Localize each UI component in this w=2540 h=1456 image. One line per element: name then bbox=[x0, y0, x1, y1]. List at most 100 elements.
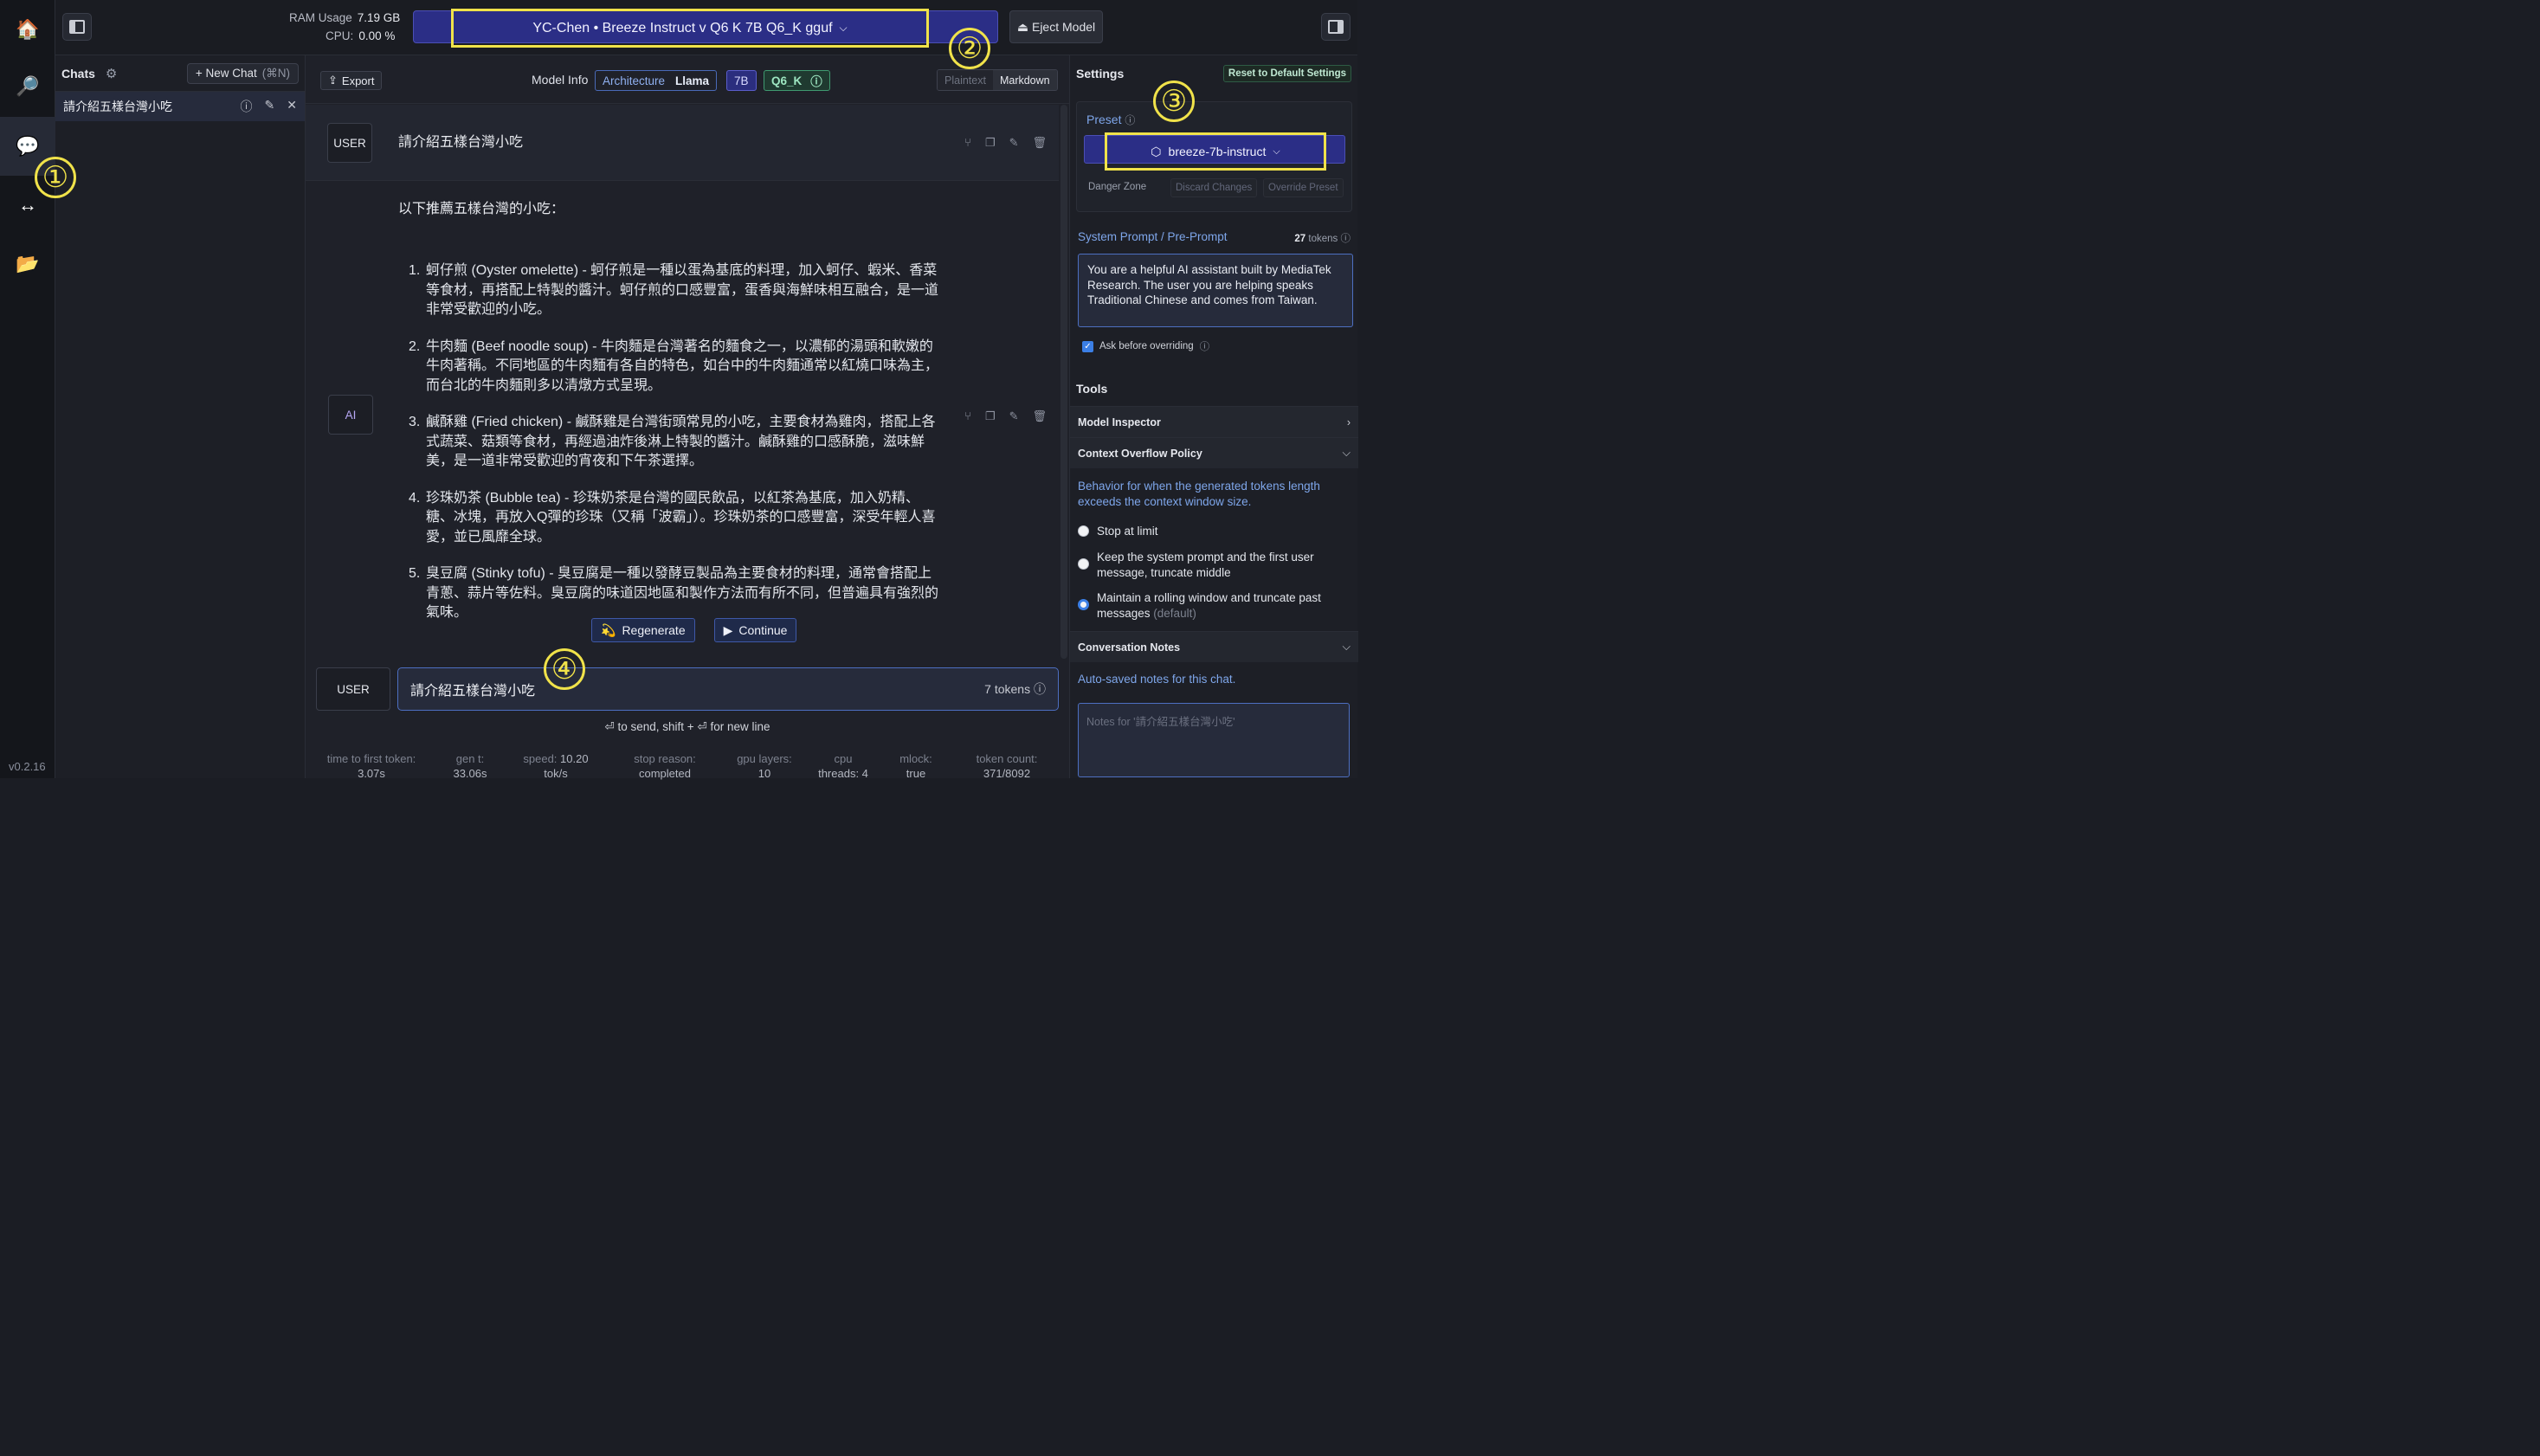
continue-button[interactable]: ▶ Continue bbox=[713, 618, 797, 642]
folder-icon[interactable]: 📂 bbox=[0, 235, 55, 293]
checkbox-checked-icon[interactable]: ✓ bbox=[1082, 340, 1093, 352]
toggle-right-sidebar-icon[interactable] bbox=[1321, 13, 1351, 41]
radio-rolling-window[interactable]: Maintain a rolling window and truncate p… bbox=[1078, 590, 1346, 621]
stat-speed: speed: 10.20 tok/s bbox=[523, 752, 589, 780]
chat-main: ⇪ Export Model Info Architecture Llama 7B … bbox=[306, 55, 1069, 781]
chats-panel: Chats ⚙ + New Chat (⌘N) 請介紹五樣台灣小吃 ⓘ ✎ ✕ bbox=[55, 55, 306, 778]
list-item: 3. 鹹酥雞 (Fried chicken) - 鹹酥雞是台灣街頭常見的小吃，主要… bbox=[409, 415, 936, 468]
generation-stats: time to first token: 3.07s gen t: 33.06s s… bbox=[306, 751, 1069, 781]
export-button[interactable]: ⇪ Export bbox=[320, 71, 383, 90]
info-icon[interactable]: ⓘ bbox=[241, 98, 253, 115]
toggle-left-sidebar-icon[interactable] bbox=[62, 13, 92, 41]
cube-icon: ⬡ bbox=[1151, 144, 1162, 158]
ask-before-overriding[interactable]: ✓ Ask before overriding ⓘ bbox=[1082, 339, 1209, 353]
tab-plaintext[interactable]: Plaintext bbox=[938, 70, 993, 90]
radio-truncate-middle[interactable]: Keep the system prompt and the first use… bbox=[1078, 550, 1346, 580]
regenerate-button[interactable]: 💫 Regenerate bbox=[591, 618, 695, 642]
input-role-badge[interactable]: USER bbox=[316, 667, 390, 711]
copy-icon[interactable]: ❐ bbox=[985, 136, 996, 150]
new-chat-button[interactable]: + New Chat (⌘N) bbox=[186, 62, 299, 84]
top-bar: RAM Usage 7.19 GB CPU: 0.00 % YC-Chen • Br… bbox=[55, 0, 1357, 55]
radio-icon[interactable] bbox=[1078, 558, 1089, 570]
architecture-badge: Architecture Llama bbox=[595, 70, 718, 91]
discard-changes-button[interactable]: Discard Changes bbox=[1170, 178, 1258, 197]
edit-icon[interactable]: ✎ bbox=[1009, 409, 1019, 423]
danger-zone-label: Danger Zone bbox=[1088, 182, 1147, 192]
left-nav-rail: 🏠 🔎 💬 ↔ 📂 v0.2.16 bbox=[0, 0, 55, 778]
list-item: 1. 蚵仔煎 (Oyster omelette) - 蚵仔煎是一種以蛋為基底的料理… bbox=[409, 263, 939, 317]
notes-textarea[interactable]: Notes for '請介紹五樣台灣小吃' bbox=[1078, 703, 1350, 777]
branch-icon[interactable]: ⑂ bbox=[964, 409, 971, 423]
play-icon: ▶ bbox=[723, 622, 733, 637]
info-icon[interactable]: ⓘ bbox=[810, 72, 822, 89]
copy-icon[interactable]: ❐ bbox=[985, 409, 996, 423]
settings-title: Settings bbox=[1076, 67, 1125, 81]
model-info-label: Model Info bbox=[532, 73, 589, 87]
system-prompt-label: System Prompt / Pre-Prompt bbox=[1078, 230, 1228, 243]
annotation-1: ① bbox=[35, 157, 76, 198]
message-input[interactable]: 請介紹五樣台灣小吃 7 tokens ⓘ bbox=[397, 667, 1059, 711]
search-icon[interactable]: 🔎 bbox=[0, 57, 55, 116]
gear-icon[interactable]: ⚙ bbox=[106, 66, 117, 81]
context-overflow-section[interactable]: Context Overflow Policy ⌵ bbox=[1070, 437, 1358, 468]
stat-stop-reason: stop reason: completed bbox=[634, 752, 696, 780]
size-badge: 7B bbox=[726, 70, 757, 91]
info-icon[interactable]: ⓘ bbox=[1125, 114, 1135, 126]
scrollbar[interactable] bbox=[1060, 105, 1067, 659]
edit-icon[interactable]: ✎ bbox=[1009, 136, 1019, 150]
input-token-count: 7 tokens ⓘ bbox=[984, 682, 1046, 696]
eject-model-button[interactable]: ⏏ Eject Model bbox=[1009, 10, 1103, 43]
radio-stop-at-limit[interactable]: Stop at limit bbox=[1078, 524, 1346, 539]
user-role-badge[interactable]: USER bbox=[327, 123, 372, 163]
conversation-notes-section[interactable]: Conversation Notes ⌵ bbox=[1070, 631, 1358, 662]
ai-role-badge[interactable]: AI bbox=[328, 395, 373, 435]
send-hint: ⏎ to send, shift + ⏎ for new line bbox=[604, 720, 770, 733]
annotation-4: ④ bbox=[544, 648, 585, 690]
preset-section: Preset ⓘ ⬡ breeze-7b-instruct ⌵ Danger Zon… bbox=[1076, 101, 1352, 212]
info-icon[interactable]: ⓘ bbox=[1341, 234, 1351, 244]
quant-badge[interactable]: Q6_K ⓘ bbox=[764, 70, 830, 91]
info-icon[interactable]: ⓘ bbox=[1200, 339, 1210, 353]
trash-icon[interactable]: 🗑 bbox=[1032, 409, 1047, 423]
override-preset-button[interactable]: Override Preset bbox=[1263, 178, 1344, 197]
stat-mlock: mlock: true bbox=[899, 752, 932, 780]
list-item: 4. 珍珠奶茶 (Bubble tea) - 珍珠奶茶是台灣的國民飲品，以紅茶為基… bbox=[409, 490, 936, 544]
preset-label: Preset ⓘ bbox=[1086, 113, 1136, 126]
user-message-text: 請介紹五樣台灣小吃 bbox=[398, 135, 524, 150]
ai-intro-text: 以下推薦五樣台灣的小吃： bbox=[398, 202, 565, 216]
branch-icon[interactable]: ⑂ bbox=[964, 136, 971, 150]
app-version: v0.2.16 bbox=[9, 760, 46, 773]
list-item: 2. 牛肉麵 (Beef noodle soup) - 牛肉麵是台灣著名的麵食之一… bbox=[409, 338, 939, 393]
list-item: 5. 臭豆腐 (Stinky tofu) - 臭豆腐是一種以發酵豆製品為主要食材的… bbox=[409, 566, 939, 620]
upload-icon: ⇪ bbox=[328, 74, 338, 87]
notes-description: Auto-saved notes for this chat. bbox=[1078, 673, 1236, 686]
policy-description: Behavior for when the generated tokens l… bbox=[1078, 480, 1320, 508]
preset-selector-label[interactable]: ⬡ breeze-7b-instruct ⌵ bbox=[1105, 132, 1326, 171]
user-message: USER 請介紹五樣台灣小吃 ⑂ ❐ ✎ 🗑 bbox=[306, 105, 1059, 181]
tab-markdown[interactable]: Markdown bbox=[992, 70, 1057, 90]
info-icon[interactable]: ⓘ bbox=[1034, 682, 1046, 696]
response-actions: 💫 Regenerate ▶ Continue bbox=[591, 618, 797, 642]
radio-icon[interactable] bbox=[1078, 525, 1089, 537]
annotation-3: ③ bbox=[1153, 81, 1195, 122]
reset-default-button[interactable]: Reset to Default Settings bbox=[1222, 65, 1351, 82]
cpu-value: 0.00 % bbox=[358, 29, 396, 42]
ai-message: AI 以下推薦五樣台灣的小吃： 1. 蚵仔煎 (Oyster omelette) … bbox=[306, 182, 1059, 667]
model-inspector-section[interactable]: Model Inspector › bbox=[1070, 406, 1358, 437]
close-icon[interactable]: ✕ bbox=[287, 98, 297, 115]
message-input-value: 請介紹五樣台灣小吃 bbox=[410, 684, 536, 699]
format-toggle: Plaintext Markdown bbox=[937, 69, 1058, 91]
trash-icon[interactable]: 🗑 bbox=[1032, 136, 1047, 150]
system-prompt-textarea[interactable]: You are a helpful AI assistant built by … bbox=[1078, 254, 1353, 327]
stat-gpu-layers: gpu layers: 10 bbox=[737, 752, 792, 780]
chats-title: Chats bbox=[61, 66, 95, 81]
chevron-down-icon: ⌵ bbox=[839, 22, 848, 34]
edit-icon[interactable]: ✎ bbox=[265, 98, 275, 115]
annotation-2: ② bbox=[949, 28, 990, 69]
chevron-down-icon: ⌵ bbox=[1342, 447, 1351, 459]
model-selector-label[interactable]: YC-Chen • Breeze Instruct v Q6 K 7B Q6_K… bbox=[451, 9, 929, 48]
chat-list-item[interactable]: 請介紹五樣台灣小吃 ⓘ ✎ ✕ bbox=[55, 92, 305, 121]
sparkle-icon: 💫 bbox=[601, 622, 616, 637]
home-icon[interactable]: 🏠 bbox=[0, 0, 55, 59]
radio-selected-icon[interactable] bbox=[1078, 599, 1089, 610]
